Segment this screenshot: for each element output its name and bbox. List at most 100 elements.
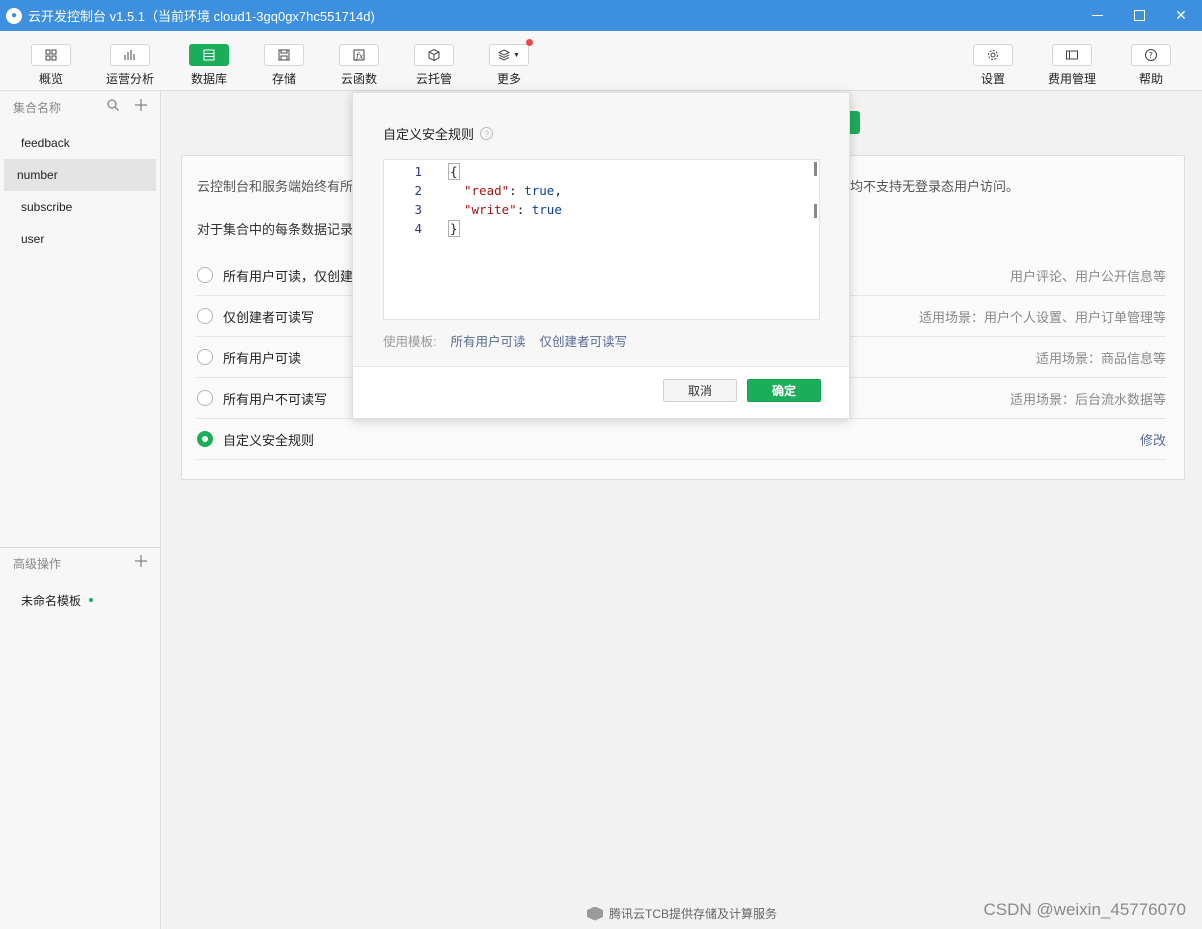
rule-code-editor[interactable]: 1 2 3 4 { "read": true, "write": true } (383, 159, 820, 320)
maximize-icon (1133, 10, 1145, 21)
title-bar: ● 云开发控制台 v1.5.1（当前环境 cloud1-3gq0gx7hc551… (0, 0, 1202, 31)
toolbar-help[interactable]: ? 帮助 (1116, 31, 1186, 91)
advanced-header: 高级操作 (0, 548, 160, 578)
code-brace: } (448, 220, 460, 237)
toolbar-cloud-functions[interactable]: fx 云函数 (324, 31, 394, 91)
option-label: 仅创建者可读写 (223, 309, 315, 325)
editor-scrollbar-marker (814, 204, 817, 218)
window-controls: ✕ (1076, 0, 1202, 31)
radio-button[interactable] (197, 349, 213, 365)
toolbar-label: 云函数 (340, 72, 377, 86)
close-button[interactable]: ✕ (1160, 0, 1202, 31)
panel-description: 云控制台和服务端始终有所 (197, 179, 354, 194)
footer: 腾讯云TCB提供存储及计算服务 (587, 905, 777, 922)
cube-icon (414, 44, 454, 66)
template-item[interactable]: 未命名模板 (4, 584, 156, 616)
line-number: 1 (414, 164, 422, 179)
cancel-button[interactable]: 取消 (663, 379, 737, 402)
dialog-title: 自定义安全规则 ? (383, 124, 494, 143)
minimize-button[interactable] (1076, 0, 1118, 31)
code-key: "write" (464, 202, 517, 217)
toolbar-label: 存储 (271, 72, 296, 86)
layers-icon: ▼ (489, 39, 533, 66)
confirm-button[interactable]: 确定 (747, 379, 821, 402)
template-item-label: 未命名模板 (21, 593, 82, 608)
toolbar-label: 设置 (980, 72, 1005, 86)
save-icon (264, 44, 304, 66)
close-icon: ✕ (1175, 7, 1187, 23)
toolbar-label: 概览 (38, 72, 63, 86)
status-dot (89, 598, 94, 602)
collection-item-feedback[interactable]: feedback (4, 127, 156, 159)
toolbar-label: 更多 (496, 72, 521, 86)
line-number: 2 (414, 183, 422, 198)
option-label: 所有用户不可读写 (223, 391, 328, 407)
collection-sidebar: 集合名称 feedback number subscribe user 高级操作… (0, 92, 161, 929)
dialog-title-text: 自定义安全规则 (383, 127, 475, 142)
window-title: 云开发控制台 v1.5.1（当前环境 cloud1-3gq0gx7hc55171… (28, 9, 375, 24)
toolbar-analytics[interactable]: 运营分析 (95, 31, 165, 91)
panel-description-tail: 均不支持无登录态用户访问。 (850, 179, 1020, 194)
help-icon: ? (1131, 44, 1171, 66)
toolbar-label: 帮助 (1138, 72, 1163, 86)
billing-icon (1052, 44, 1092, 66)
template-row: 使用模板: 所有用户可读 仅创建者可读写 (383, 331, 627, 350)
main-toolbar: 概览 运营分析 数据库 存储 fx 云函数 云托管 ▼ 更多 设置 费用管理 ?… (0, 31, 1202, 91)
option-scenario: 用户评论、用户公开信息等 (1009, 268, 1166, 284)
toolbar-storage[interactable]: 存储 (249, 31, 319, 91)
radio-button-checked[interactable] (197, 431, 213, 447)
radio-button[interactable] (197, 390, 213, 406)
panel-question: 对于集合中的每条数据记录 (197, 222, 354, 237)
option-scenario: 适用场景：用户个人设置、用户订单管理等 (918, 309, 1166, 325)
code-line: "read": true, (464, 183, 562, 198)
permission-option-custom[interactable]: 自定义安全规则 修改 (197, 419, 1166, 460)
gear-icon (973, 44, 1013, 66)
add-template-icon[interactable] (134, 554, 148, 568)
code-key: "read" (464, 183, 510, 198)
tencent-cloud-logo-icon (587, 906, 603, 921)
toolbar-label: 数据库 (190, 72, 227, 86)
collection-item-subscribe[interactable]: subscribe (4, 191, 156, 223)
dropdown-caret-icon: ▼ (513, 51, 520, 59)
option-label: 所有用户可读，仅创建 (223, 268, 354, 284)
option-label: 所有用户可读 (223, 350, 302, 366)
template-link-public-read[interactable]: 所有用户可读 (450, 331, 525, 350)
toolbar-label: 运营分析 (105, 72, 154, 86)
add-collection-icon[interactable] (134, 98, 148, 112)
editor-scrollbar[interactable] (814, 162, 817, 176)
advanced-section: 高级操作 未命名模板 (0, 547, 160, 616)
line-number-gutter: 1 2 3 4 (384, 160, 436, 319)
svg-text:?: ? (1149, 51, 1153, 60)
toolbar-more[interactable]: ▼ 更多 (474, 31, 544, 91)
option-label: 自定义安全规则 (223, 432, 315, 448)
notification-dot (526, 39, 533, 46)
toolbar-database[interactable]: 数据库 (174, 31, 244, 91)
option-scenario: 适用场景：商品信息等 (1035, 350, 1166, 366)
radio-button[interactable] (197, 308, 213, 324)
help-circle-icon[interactable]: ? (480, 127, 494, 140)
code-brace: { (448, 163, 460, 180)
database-icon (189, 44, 229, 66)
collection-item-user[interactable]: user (4, 223, 156, 255)
radio-button[interactable] (197, 267, 213, 283)
toolbar-billing[interactable]: 费用管理 (1037, 31, 1107, 91)
option-scenario: 适用场景：后台流水数据等 (1009, 391, 1166, 407)
minimize-icon (1091, 15, 1103, 16)
template-link-creator-only[interactable]: 仅创建者可读写 (540, 331, 628, 350)
toolbar-settings[interactable]: 设置 (958, 31, 1028, 91)
maximize-button[interactable] (1118, 0, 1160, 31)
toolbar-cloud-hosting[interactable]: 云托管 (399, 31, 469, 91)
toolbar-label: 云托管 (415, 72, 452, 86)
modify-link[interactable]: 修改 (1140, 430, 1166, 449)
template-label: 使用模板: (383, 335, 437, 349)
collection-header: 集合名称 (0, 92, 160, 122)
custom-rule-dialog: 自定义安全规则 ? 1 2 3 4 { "read": true, "write… (352, 92, 850, 419)
collection-item-number[interactable]: number (4, 159, 156, 191)
grid-icon (31, 44, 71, 66)
code-value: true (531, 202, 562, 217)
search-icon[interactable] (106, 98, 120, 112)
code-value: true (524, 183, 555, 198)
watermark: CSDN @weixin_45776070 (983, 900, 1186, 919)
toolbar-overview[interactable]: 概览 (16, 31, 86, 91)
toolbar-label: 费用管理 (1047, 72, 1096, 86)
